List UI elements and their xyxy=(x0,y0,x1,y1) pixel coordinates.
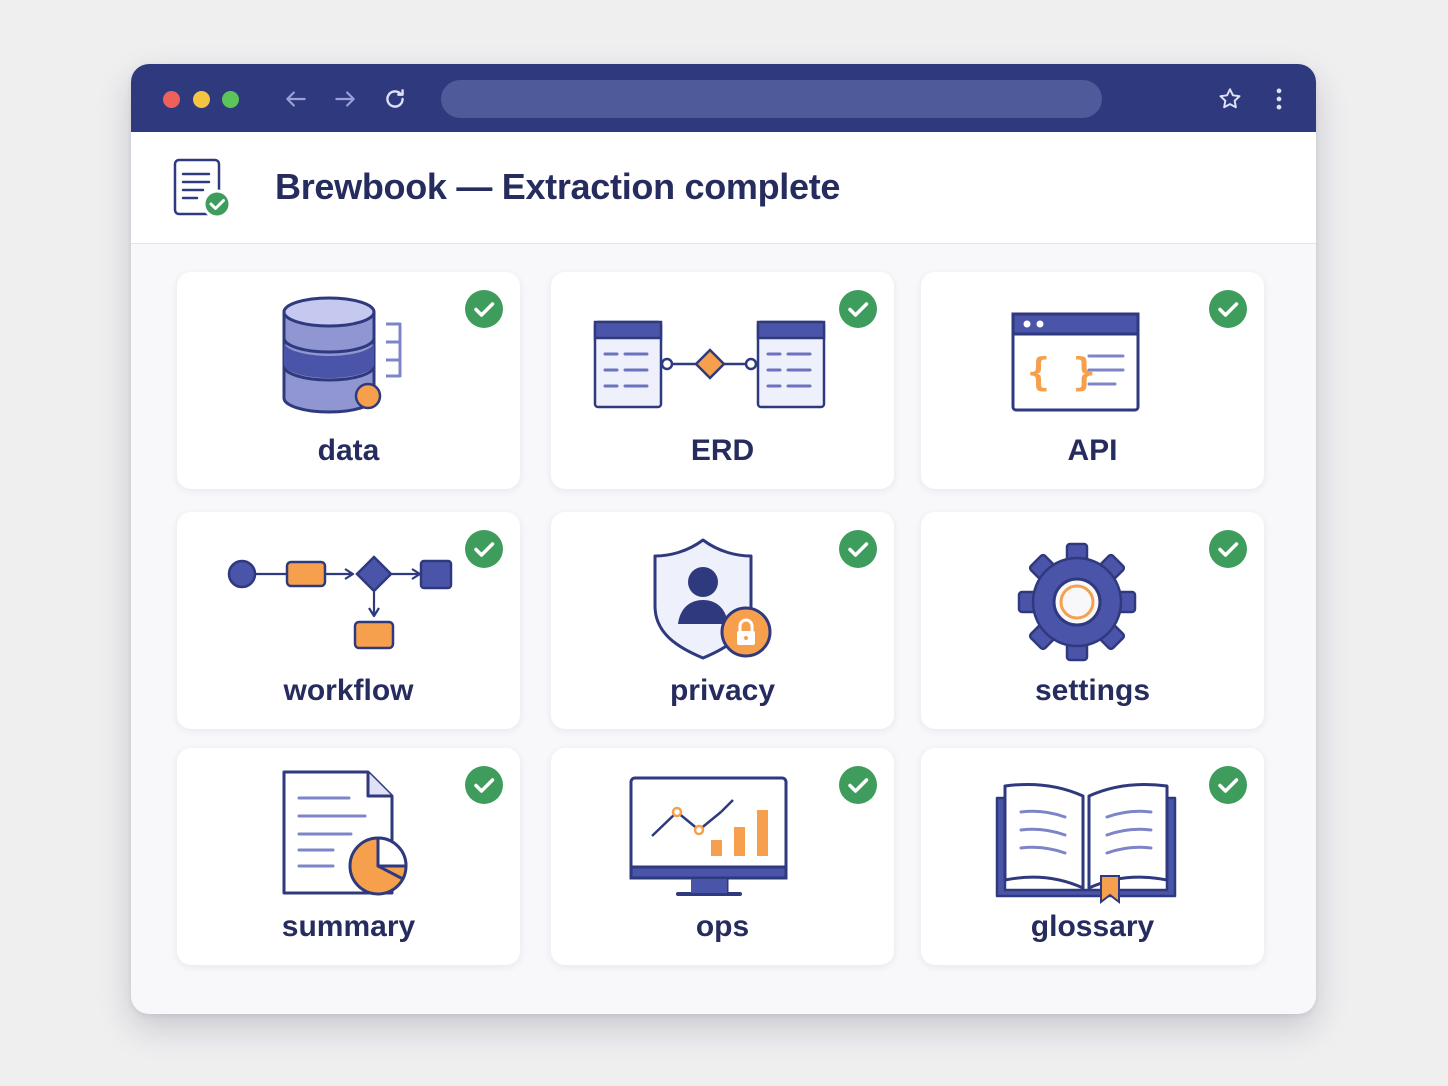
card-label: data xyxy=(317,434,380,467)
card-label: ops xyxy=(695,910,750,943)
check-badge-icon xyxy=(1209,290,1247,328)
card-summary[interactable]: summary xyxy=(177,748,520,965)
card-label: API xyxy=(1067,434,1118,467)
card-label: settings xyxy=(1034,674,1151,707)
address-bar[interactable] xyxy=(441,80,1102,118)
page-title: Brewbook — Extraction complete xyxy=(275,166,841,207)
card-label: ERD xyxy=(690,434,755,467)
browser-window: Brewbook — Extraction complete data ERD … xyxy=(131,64,1316,1014)
check-badge-icon xyxy=(839,290,877,328)
card-label: summary xyxy=(281,910,416,943)
document-check-icon xyxy=(173,158,232,219)
card-settings[interactable]: settings xyxy=(921,512,1264,729)
forward-arrow-icon[interactable] xyxy=(330,84,360,114)
card-api[interactable]: { } API xyxy=(921,272,1264,489)
card-workflow[interactable]: workflow xyxy=(177,512,520,729)
maximize-window-dot[interactable] xyxy=(222,91,239,108)
card-label: glossary xyxy=(1030,910,1155,943)
card-label: workflow xyxy=(283,674,414,707)
check-badge-icon xyxy=(839,530,877,568)
back-arrow-icon[interactable] xyxy=(281,84,311,114)
check-badge-icon xyxy=(465,766,503,804)
check-badge-icon xyxy=(1209,766,1247,804)
minimize-window-dot[interactable] xyxy=(193,91,210,108)
card-erd[interactable]: ERD xyxy=(551,272,894,489)
card-data[interactable]: data xyxy=(177,272,520,489)
page-header: Brewbook — Extraction complete xyxy=(131,132,1316,244)
card-glossary[interactable]: glossary xyxy=(921,748,1264,965)
browser-toolbar xyxy=(131,64,1316,132)
check-badge-icon xyxy=(1209,530,1247,568)
card-ops[interactable]: ops xyxy=(551,748,894,965)
card-label: privacy xyxy=(669,674,776,707)
svg-text:{ }: { } xyxy=(1027,350,1096,394)
card-privacy[interactable]: privacy xyxy=(551,512,894,729)
close-window-dot[interactable] xyxy=(163,91,180,108)
check-badge-icon xyxy=(465,290,503,328)
check-badge-icon xyxy=(839,766,877,804)
check-badge-icon xyxy=(465,530,503,568)
kebab-menu-icon[interactable] xyxy=(1264,84,1294,114)
reload-icon[interactable] xyxy=(380,84,410,114)
star-icon[interactable] xyxy=(1215,84,1245,114)
